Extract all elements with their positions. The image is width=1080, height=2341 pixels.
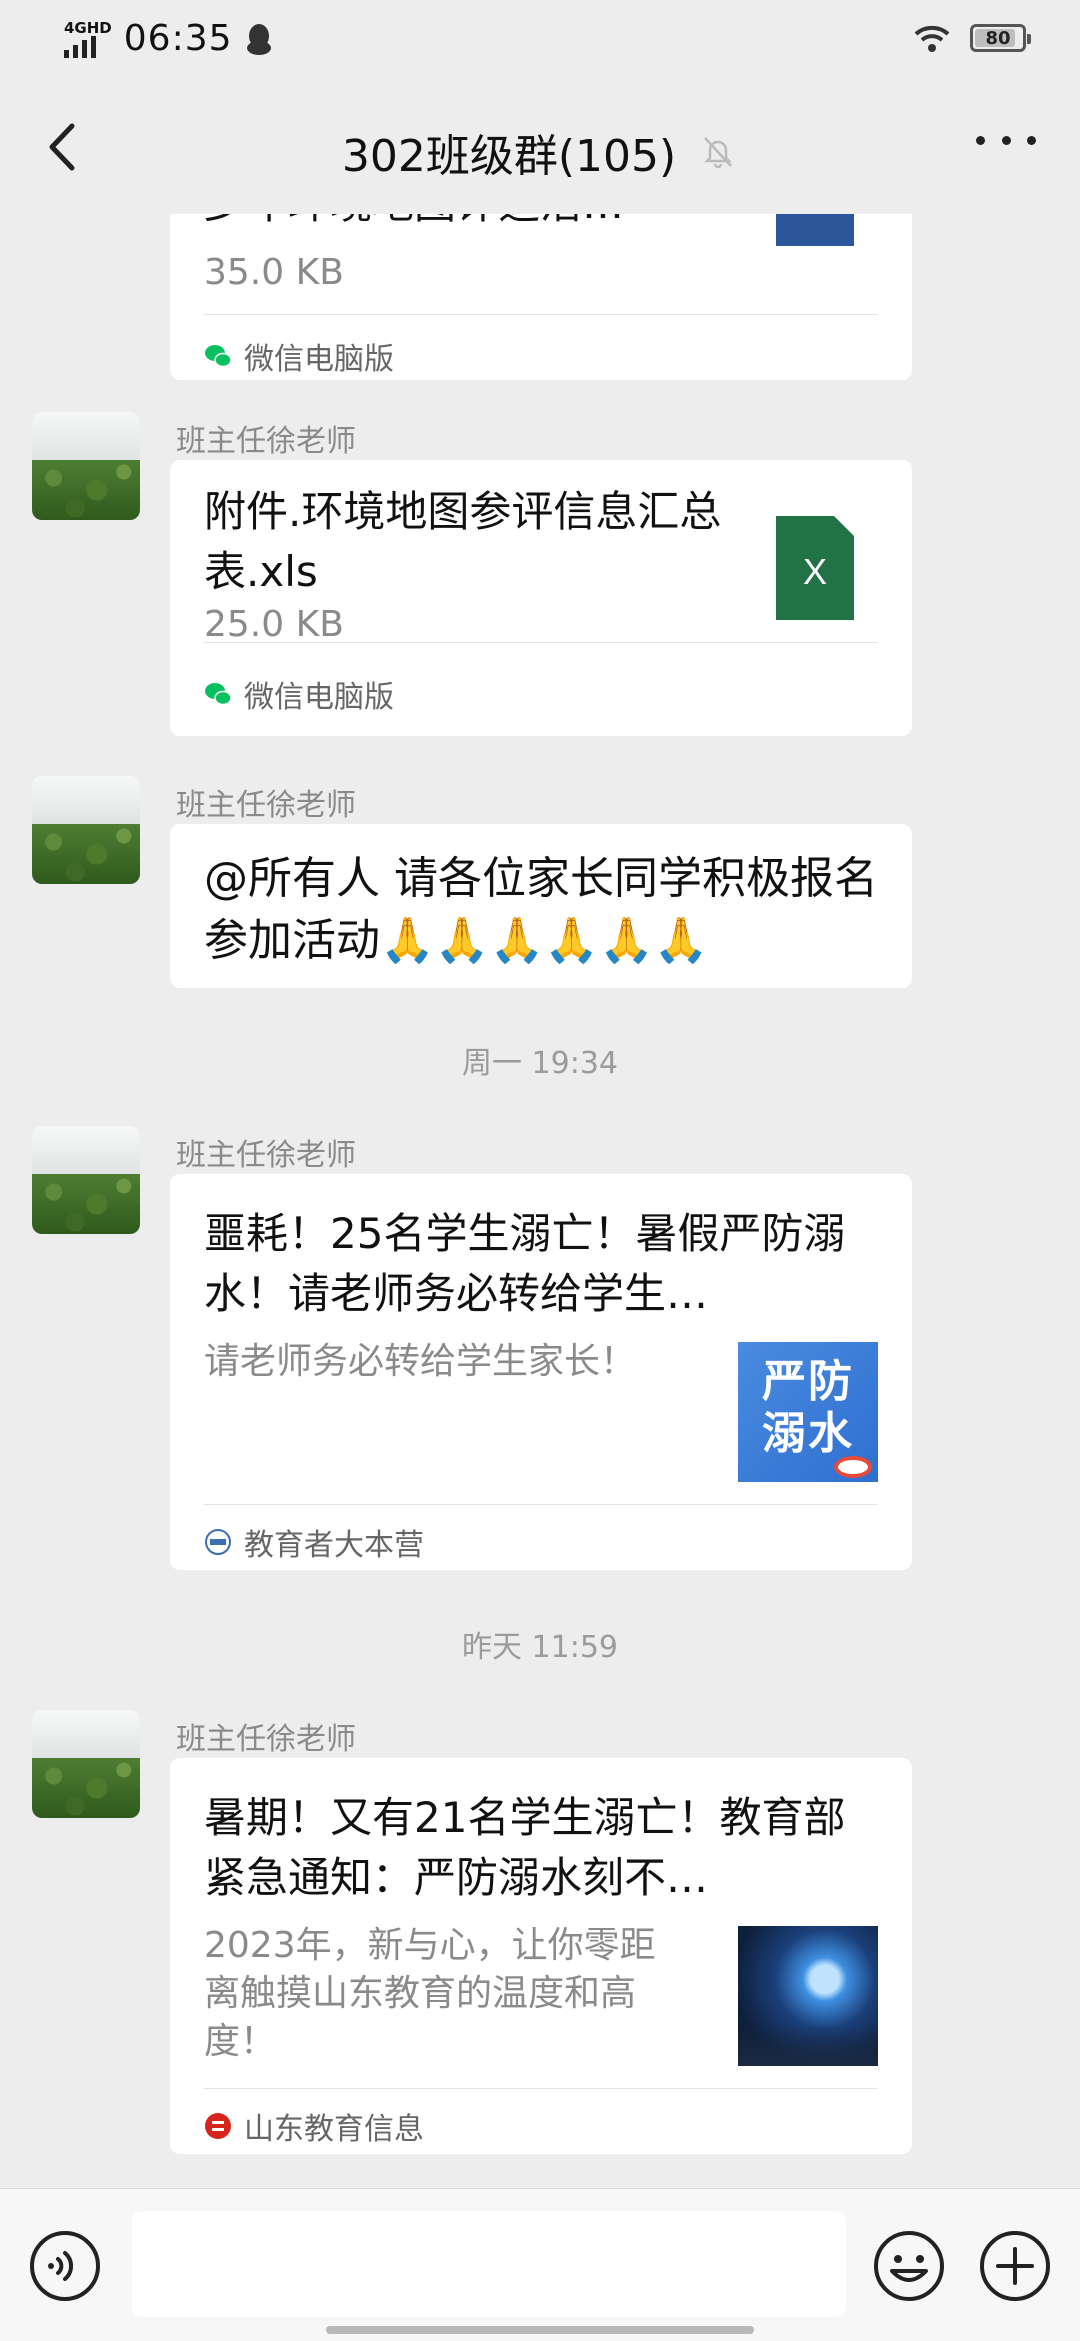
qq-penguin-icon <box>246 23 271 55</box>
emoji-icon[interactable] <box>872 2229 946 2303</box>
nav-bar: 302班级群(105) <box>0 84 1080 214</box>
word-file-icon: W <box>776 214 854 246</box>
input-bar <box>0 2188 1080 2341</box>
message-text: @所有人 请各位家长同学积极报名参加活动🙏🙏🙏🙏🙏🙏 <box>204 853 878 966</box>
article-title: 暑期！又有21名学生溺亡！教育部紧急通知：严防溺水刻不… <box>204 1793 846 1902</box>
avatar[interactable] <box>32 776 140 884</box>
timestamp: 昨天 11:59 <box>462 1630 618 1665</box>
avatar[interactable] <box>32 1126 140 1234</box>
avatar[interactable] <box>32 1710 140 1818</box>
wifi-icon <box>914 25 950 52</box>
excel-file-letter: X <box>803 551 827 592</box>
article-title: 噩耗！25名学生溺亡！暑假严防溺水！请老师务必转给学生… <box>204 1209 846 1318</box>
sender-name: 班主任徐老师 <box>176 424 356 459</box>
text-message-bubble[interactable]: @所有人 请各位家长同学积极报名参加活动🙏🙏🙏🙏🙏🙏 <box>170 824 912 988</box>
file-size: 35.0 KB <box>204 252 344 293</box>
status-right: 80 <box>912 22 1031 54</box>
word-file-letter: W <box>799 214 831 220</box>
nav-title-container: 302班级群(105) <box>0 120 1080 184</box>
avatar[interactable] <box>32 412 140 520</box>
file-message-card[interactable]: 附件.环境地图参评信息汇总表.xls 25.0 KB X <box>170 460 912 650</box>
wechat-icon <box>205 345 232 368</box>
plus-icon[interactable] <box>978 2229 1052 2303</box>
excel-file-icon: X <box>776 516 854 620</box>
thumbnail-caption: 严防溺水 <box>762 1356 854 1459</box>
chat-area[interactable]: 少年环境地图评选活… 35.0 KB W 微信电脑版 班主任徐老师 附件.环境地… <box>0 214 1080 2188</box>
article-thumbnail <box>738 1926 878 2066</box>
article-desc: 2023年，新与心，让你零距离触摸山东教育的温度和高度！ <box>204 1925 656 2062</box>
article-card[interactable]: 噩耗！25名学生溺亡！暑假严防溺水！请老师务必转给学生… 请老师务必转给学生家长… <box>170 1174 912 1570</box>
file-card-footer[interactable]: 微信电脑版 <box>170 642 912 736</box>
home-indicator[interactable] <box>326 2326 754 2334</box>
mute-bell-icon <box>704 137 733 169</box>
article-card[interactable]: 暑期！又有21名学生溺亡！教育部紧急通知：严防溺水刻不… 2023年，新与心，让… <box>170 1758 912 2154</box>
article-thumbnail: 严防溺水 <box>738 1342 878 1482</box>
network-indicator: 4GHD <box>64 20 112 58</box>
message-input[interactable] <box>132 2211 846 2317</box>
network-type: 4G <box>64 18 87 37</box>
file-title: 少年环境地图评选活… <box>204 214 724 234</box>
message-source: 教育者大本营 <box>204 1520 424 1564</box>
message-source: 微信电脑版 <box>204 334 394 378</box>
article-desc: 请老师务必转给学生家长！ <box>204 1341 637 1382</box>
file-title: 附件.环境地图参评信息汇总表.xls <box>204 487 722 596</box>
source-label: 微信电脑版 <box>244 680 394 715</box>
message-source: 山东教育信息 <box>204 2104 424 2148</box>
source-label: 山东教育信息 <box>244 2112 424 2147</box>
battery-level: 80 <box>985 27 1011 49</box>
message-source: 微信电脑版 <box>204 672 394 716</box>
status-bar: 4GHD 06:35 80 <box>0 0 1080 84</box>
file-message-card[interactable]: 少年环境地图评选活… 35.0 KB W 微信电脑版 <box>170 214 912 380</box>
education-logo-icon <box>205 1529 231 1555</box>
shandong-education-icon <box>205 2113 231 2139</box>
sender-name: 班主任徐老师 <box>176 1138 356 1173</box>
more-icon[interactable] <box>976 136 1036 156</box>
status-left: 4GHD 06:35 <box>64 18 273 59</box>
timestamp: 周一 19:34 <box>462 1046 618 1081</box>
wechat-icon <box>205 683 232 706</box>
battery-icon: 80 <box>970 24 1031 52</box>
source-label: 教育者大本营 <box>244 1528 424 1563</box>
source-label: 微信电脑版 <box>244 342 394 377</box>
file-size: 25.0 KB <box>204 604 344 645</box>
sender-name: 班主任徐老师 <box>176 1722 356 1757</box>
chat-title: 302班级群(105) <box>341 131 677 182</box>
sender-name: 班主任徐老师 <box>176 788 356 823</box>
network-hd: HD <box>86 18 112 37</box>
voice-icon[interactable] <box>28 2229 102 2303</box>
signal-icon <box>64 35 112 58</box>
clock: 06:35 <box>123 18 233 59</box>
